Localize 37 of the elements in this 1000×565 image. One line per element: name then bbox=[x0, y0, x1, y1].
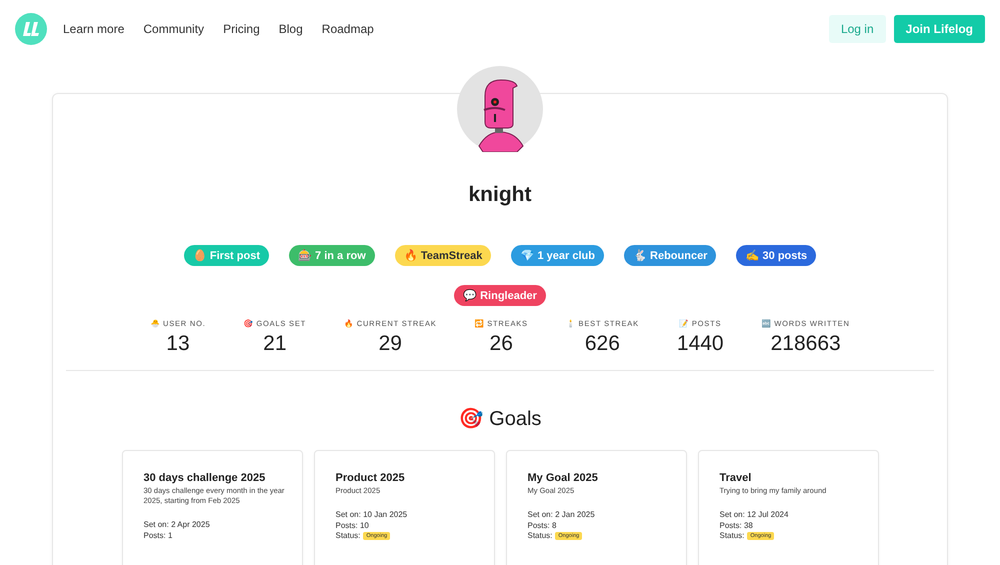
stat-value: 626 bbox=[584, 332, 620, 356]
achievement-badge: ✍ 30 posts bbox=[736, 245, 816, 266]
stat-value: 1440 bbox=[676, 332, 724, 356]
status-label: Status: bbox=[528, 530, 552, 542]
goal-posts: Posts: 8 bbox=[528, 520, 558, 531]
achievement-badge: 🔥 TeamStreak bbox=[394, 245, 492, 266]
achievement-badge: 💎 1 year club bbox=[511, 245, 604, 266]
goal-title: My Goal 2025 bbox=[528, 472, 599, 484]
goal-title: 30 days challenge 2025 bbox=[144, 472, 266, 484]
nav-link[interactable]: Learn more bbox=[63, 22, 124, 36]
status-label: Status: bbox=[336, 530, 360, 542]
achievement-badge: 🥚 First post bbox=[184, 245, 269, 266]
nav-link[interactable]: Community bbox=[143, 22, 204, 36]
achievement-badge: 🐇 Rebouncer bbox=[624, 245, 716, 266]
goal-set-date: Set on: 2 Jan 2025 bbox=[528, 510, 596, 521]
nav-link[interactable]: Pricing bbox=[223, 22, 260, 36]
goal-set-date: Set on: 10 Jan 2025 bbox=[336, 510, 408, 521]
goal-posts: Posts: 1 bbox=[144, 530, 174, 542]
status-label: Status: bbox=[720, 530, 744, 542]
stat-value: 26 bbox=[490, 332, 513, 356]
nav-link[interactable]: Roadmap bbox=[322, 22, 374, 36]
goal-title: Product 2025 bbox=[336, 472, 406, 484]
nav-link[interactable]: Blog bbox=[278, 22, 303, 36]
goal-posts: Posts: 38 bbox=[720, 520, 754, 531]
logo-icon[interactable] bbox=[15, 13, 47, 45]
achievement-badge: 💬 Ringleader bbox=[454, 285, 546, 306]
goal-title: Travel bbox=[720, 472, 752, 484]
goal-posts: Posts: 10 bbox=[336, 520, 370, 531]
stat-value: 21 bbox=[263, 332, 287, 356]
goal-set-date: Set on: 2 Apr 2025 bbox=[144, 520, 211, 531]
username: knight bbox=[468, 183, 532, 207]
goal-set-date: Set on: 12 Jul 2024 bbox=[720, 510, 790, 521]
stat-value: 218663 bbox=[770, 332, 841, 356]
achievement-badge: 🎰 7 in a row bbox=[289, 245, 375, 266]
section-heading: 🎯 Goals bbox=[458, 406, 542, 431]
stat-value: 29 bbox=[378, 332, 402, 356]
stat-value: 13 bbox=[166, 332, 190, 356]
